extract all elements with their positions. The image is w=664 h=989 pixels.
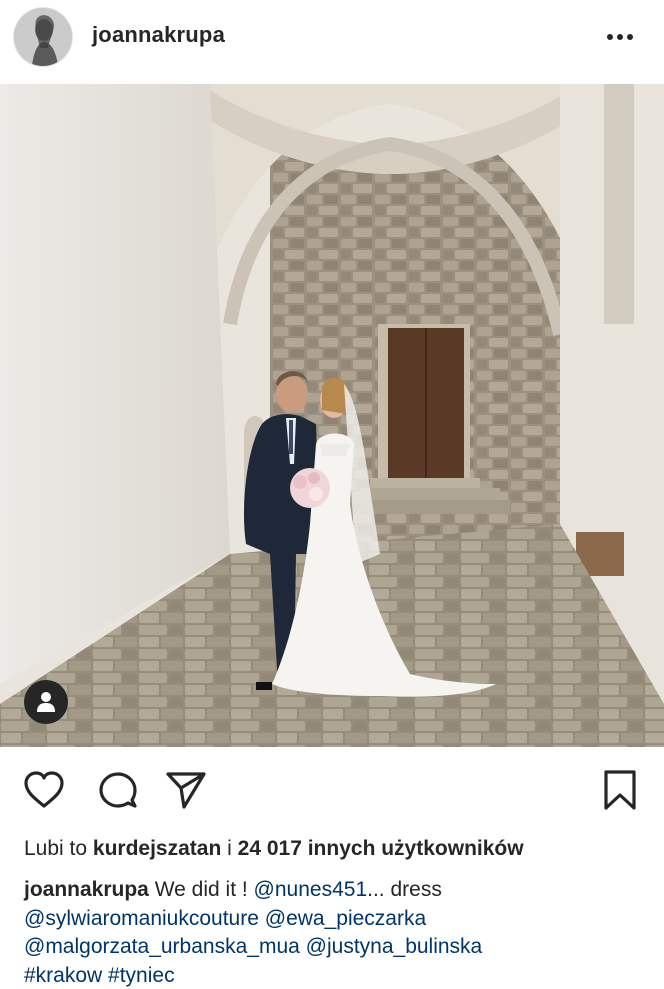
- avatar-image: [14, 8, 72, 66]
- caption-author-username[interactable]: joannakrupa: [24, 878, 149, 901]
- wedding-photo: [0, 84, 664, 747]
- heart-icon: [24, 771, 64, 808]
- send-icon: [166, 772, 206, 809]
- hashtag-link[interactable]: #krakow: [24, 964, 102, 987]
- save-button[interactable]: [598, 768, 642, 812]
- caption-text: We did it !: [154, 878, 248, 901]
- caption-more-text[interactable]: ... dress: [367, 878, 442, 901]
- like-button[interactable]: [22, 768, 66, 812]
- person-icon: [37, 692, 55, 712]
- likes-summary: Lubi to kurdejszatan i 24 017 innych uży…: [24, 836, 524, 862]
- likes-conjunction: i: [227, 837, 232, 860]
- likes-prefix: Lubi to: [24, 837, 88, 860]
- likes-count-link[interactable]: 24 017 innych użytkowników: [238, 837, 524, 860]
- liker-username[interactable]: kurdejszatan: [93, 837, 221, 860]
- hashtag-link[interactable]: #tyniec: [108, 964, 175, 987]
- post-action-bar: [0, 762, 664, 818]
- post-photo[interactable]: [0, 84, 664, 747]
- post-header: joannakrupa: [0, 0, 664, 80]
- bookmark-icon: [604, 770, 636, 810]
- tagged-people-button[interactable]: [24, 680, 68, 724]
- comment-button[interactable]: [96, 768, 140, 812]
- post-author-username[interactable]: joannakrupa: [92, 22, 225, 48]
- instagram-post: joannakrupa Lubi to kurdejszatan i 24 01…: [0, 0, 664, 989]
- avatar[interactable]: [14, 8, 72, 66]
- more-horizontal-icon: [607, 34, 633, 40]
- more-options-button[interactable]: [600, 22, 640, 52]
- mention-link[interactable]: @justyna_bulinska: [306, 935, 483, 958]
- post-caption: joannakrupa We did it ! @nunes451... dre…: [24, 876, 644, 989]
- comment-icon: [99, 772, 137, 808]
- share-button[interactable]: [164, 768, 208, 812]
- mention-link[interactable]: @ewa_pieczarka: [265, 907, 426, 930]
- mention-link[interactable]: @sylwiaromaniukcouture: [24, 907, 259, 930]
- mention-link[interactable]: @nunes451: [254, 878, 368, 901]
- mention-link[interactable]: @malgorzata_urbanska_mua: [24, 935, 300, 958]
